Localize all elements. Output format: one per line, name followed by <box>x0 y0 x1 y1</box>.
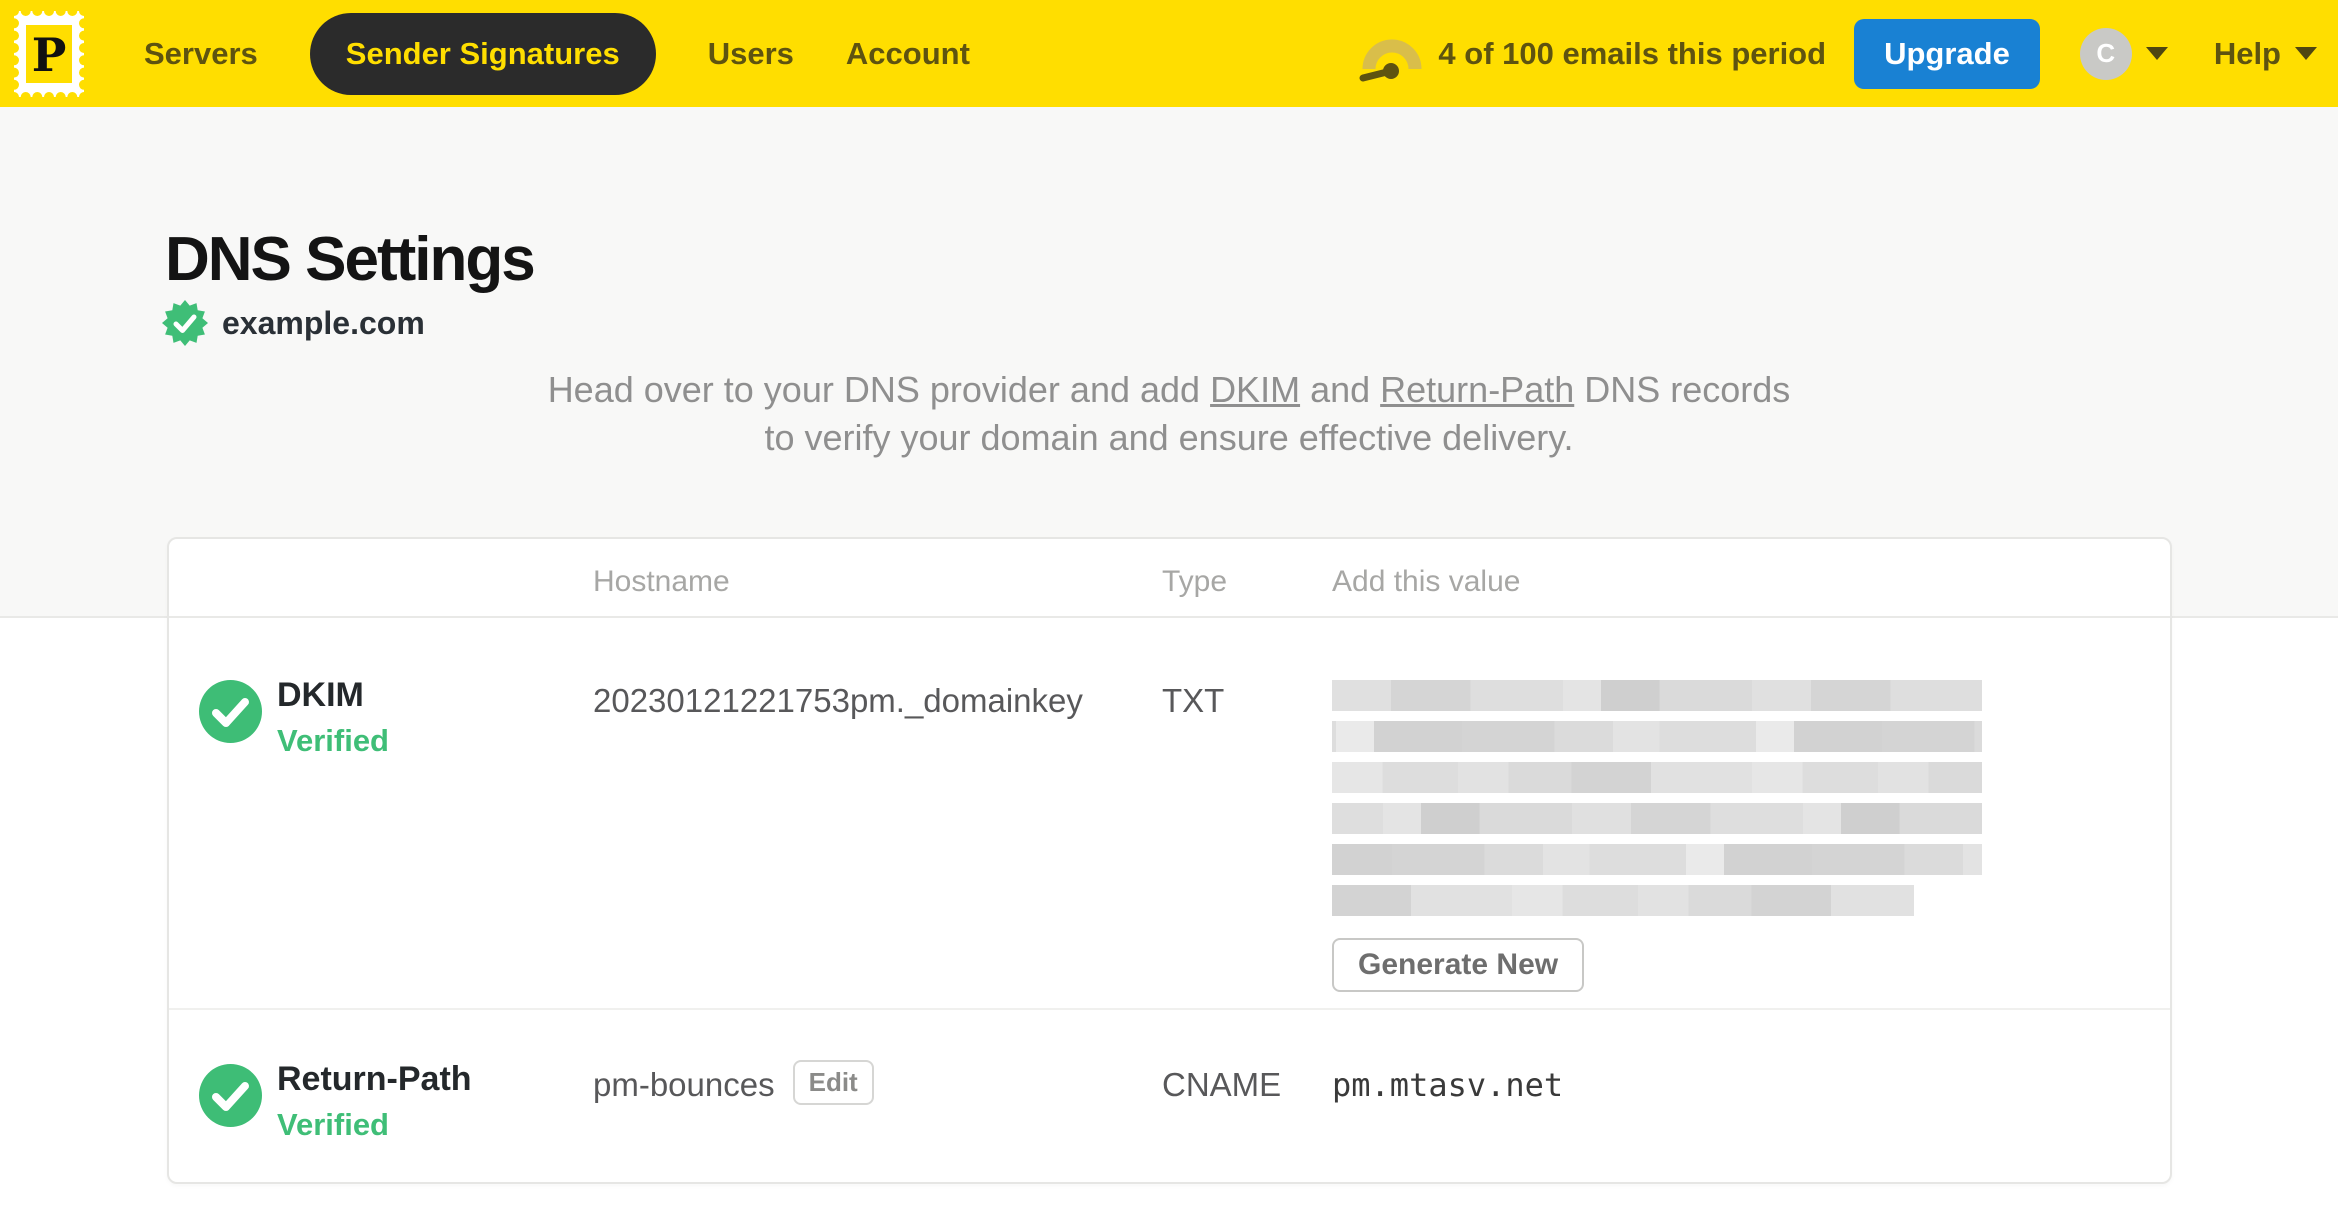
verified-seal-icon <box>162 300 208 346</box>
upgrade-button[interactable]: Upgrade <box>1854 18 2040 89</box>
page-title: DNS Settings <box>165 225 536 294</box>
page-description: Head over to your DNS provider and add D… <box>0 366 2338 462</box>
column-header-value: Add this value <box>1332 565 1521 598</box>
verified-domain: example.com <box>162 300 425 346</box>
dkim-link[interactable]: DKIM <box>1210 369 1300 410</box>
chevron-down-icon <box>2145 47 2168 60</box>
help-label: Help <box>2213 35 2281 71</box>
chevron-down-icon <box>2295 47 2317 60</box>
column-header-hostname: Hostname <box>593 565 730 598</box>
record-type: TXT <box>1162 682 1225 719</box>
domain-name: example.com <box>222 304 425 341</box>
usage-text: 4 of 100 emails this period <box>1438 35 1827 71</box>
avatar[interactable]: C <box>2079 27 2132 80</box>
record-status: Verified <box>277 1107 389 1142</box>
redacted-value-line <box>1332 803 1982 834</box>
help-menu[interactable]: Help <box>2214 36 2317 72</box>
redacted-value-line <box>1332 721 1982 752</box>
table-row-return-path: Return-Path Verified pm-bounces Edit CNA… <box>169 1010 2170 1182</box>
record-name: Return-Path <box>277 1060 472 1098</box>
redacted-value-line <box>1332 680 1982 711</box>
redacted-value-line <box>1332 885 1914 916</box>
redacted-value-line <box>1332 762 1982 793</box>
record-type: CNAME <box>1162 1066 1282 1103</box>
redacted-value-line <box>1332 844 1982 875</box>
verified-check-icon <box>199 680 262 743</box>
dns-settings-page: P Servers Sender Signatures Users Accoun… <box>0 0 2338 1222</box>
primary-nav: Servers Sender Signatures Users Account <box>144 12 970 95</box>
record-value: pm.mtasv.net <box>1332 1066 1564 1104</box>
account-menu[interactable]: C <box>2079 27 2168 80</box>
edit-button[interactable]: Edit <box>792 1060 874 1105</box>
nav-item-account[interactable]: Account <box>846 36 970 72</box>
nav-item-sender-signatures[interactable]: Sender Signatures <box>309 12 656 95</box>
record-hostname: pm-bounces <box>593 1066 775 1103</box>
postmark-stamp-logo-icon[interactable]: P <box>10 6 88 101</box>
gauge-icon <box>1359 39 1422 81</box>
return-path-link[interactable]: Return-Path <box>1380 369 1574 410</box>
description-text: and <box>1300 369 1381 410</box>
nav-item-servers[interactable]: Servers <box>144 36 258 72</box>
record-hostname: 20230121221753pm._domainkey <box>593 682 1083 719</box>
top-nav-bar: P Servers Sender Signatures Users Accoun… <box>0 0 2338 107</box>
column-header-type: Type <box>1162 565 1228 598</box>
record-name: DKIM <box>277 676 364 714</box>
description-text: Head over to your DNS provider and add <box>547 369 1211 410</box>
record-status: Verified <box>277 723 389 758</box>
nav-item-users[interactable]: Users <box>708 36 794 72</box>
table-header-row: Hostname Type Add this value <box>169 539 2170 618</box>
table-row-dkim: DKIM Verified 20230121221753pm._domainke… <box>169 618 2170 1010</box>
generate-new-button[interactable]: Generate New <box>1332 938 1585 992</box>
redacted-dns-value <box>1332 680 1982 916</box>
usage-meter: 4 of 100 emails this period <box>1358 25 1826 83</box>
dns-records-card: Hostname Type Add this value DKIM Verifi… <box>167 537 2172 1184</box>
verified-check-icon <box>199 1064 262 1127</box>
logo-letter: P <box>32 28 67 82</box>
